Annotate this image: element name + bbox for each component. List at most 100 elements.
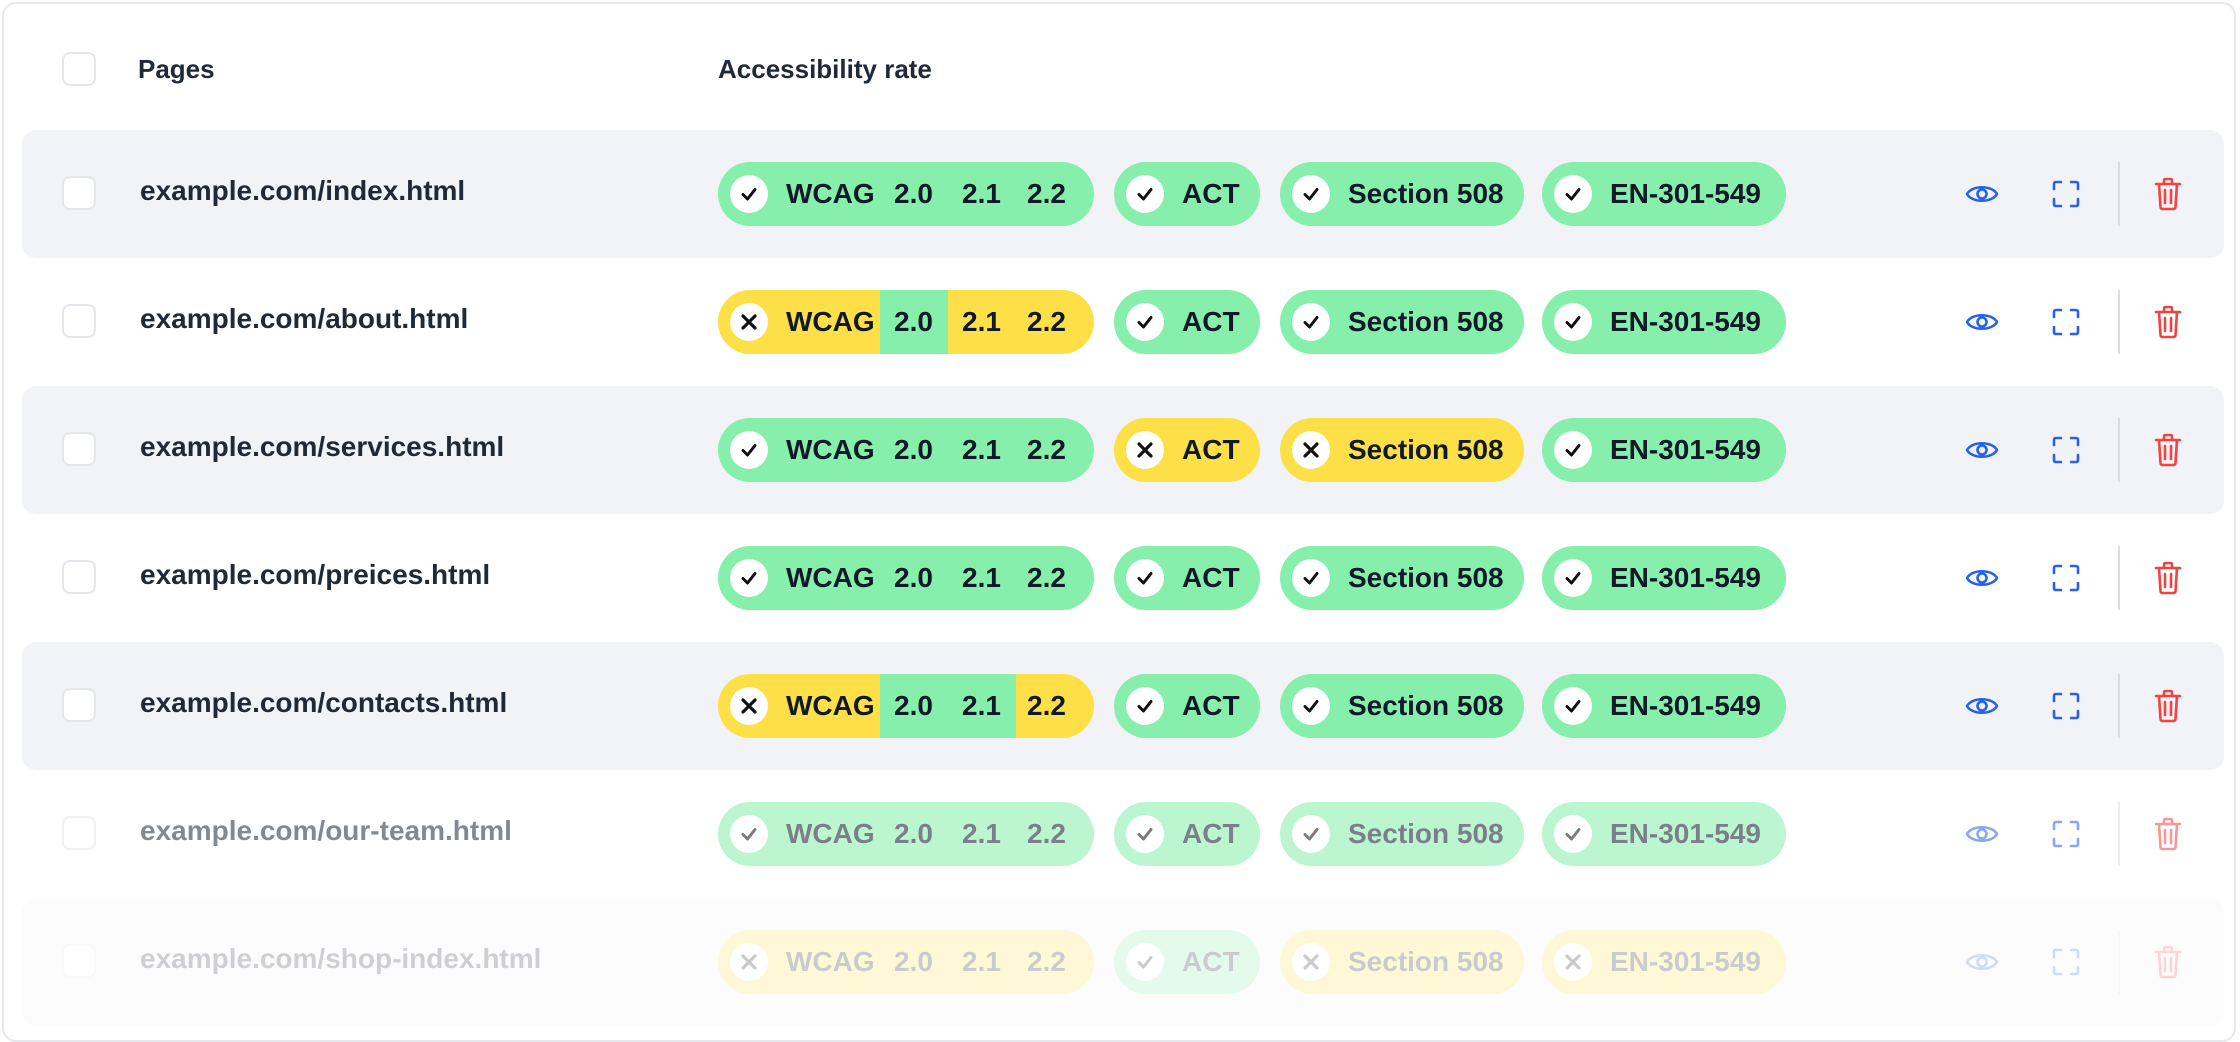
row-checkbox[interactable] — [62, 688, 96, 722]
section-508-label: Section 508 — [1348, 562, 1504, 593]
check-icon — [730, 559, 768, 597]
wcag-badge: WCAG 2.0 2.1 2.2 — [718, 290, 1094, 354]
wcag-version-2-0: 2.0 — [894, 946, 933, 977]
section-508-badge: Section 508 — [1280, 546, 1524, 610]
act-badge: ACT — [1114, 162, 1260, 226]
wcag-version-2-2: 2.2 — [1027, 434, 1066, 465]
actions-divider — [2118, 674, 2120, 738]
check-icon — [1554, 431, 1592, 469]
delete-icon[interactable] — [2146, 684, 2190, 728]
act-badge: ACT — [1114, 546, 1260, 610]
wcag-label: WCAG — [786, 434, 875, 465]
view-icon[interactable] — [1960, 300, 2004, 344]
cross-icon — [1292, 943, 1330, 981]
wcag-version-2-2: 2.2 — [1027, 818, 1066, 849]
wcag-badge: WCAG 2.0 2.1 2.2 — [718, 418, 1094, 482]
check-icon — [1554, 303, 1592, 341]
wcag-label: WCAG — [786, 818, 875, 849]
wcag-version-2-0: 2.0 — [894, 562, 933, 593]
check-icon — [1126, 559, 1164, 597]
en-301-549-badge: EN-301-549 — [1542, 546, 1786, 610]
fullscreen-icon[interactable] — [2044, 940, 2088, 984]
view-icon[interactable] — [1960, 556, 2004, 600]
wcag-version-2-0: 2.0 — [894, 434, 933, 465]
delete-icon[interactable] — [2146, 556, 2190, 600]
page-url[interactable]: example.com/shop-index.html — [140, 943, 541, 975]
page-url[interactable]: example.com/our-team.html — [140, 815, 512, 847]
wcag-label: WCAG — [786, 946, 875, 977]
check-icon — [1554, 175, 1592, 213]
section-508-badge: Section 508 — [1280, 290, 1524, 354]
en-301-549-label: EN-301-549 — [1610, 178, 1761, 209]
en-301-549-label: EN-301-549 — [1610, 946, 1761, 977]
page-url[interactable]: example.com/preices.html — [140, 559, 490, 591]
act-label: ACT — [1182, 946, 1240, 977]
page-url[interactable]: example.com/index.html — [140, 175, 465, 207]
en-301-549-label: EN-301-549 — [1610, 690, 1761, 721]
wcag-badge: WCAG 2.0 2.1 2.2 — [718, 802, 1094, 866]
fullscreen-icon[interactable] — [2044, 684, 2088, 728]
wcag-version-2-0: 2.0 — [894, 178, 933, 209]
table-row: example.com/contacts.html WCAG 2.0 2.1 2… — [22, 642, 2224, 770]
check-icon — [1126, 815, 1164, 853]
wcag-version-2-2: 2.2 — [1027, 946, 1066, 977]
section-508-badge: Section 508 — [1280, 930, 1524, 994]
row-checkbox[interactable] — [62, 816, 96, 850]
cross-icon — [730, 943, 768, 981]
view-icon[interactable] — [1960, 428, 2004, 472]
select-all-checkbox[interactable] — [62, 52, 96, 86]
check-icon — [1126, 303, 1164, 341]
delete-icon[interactable] — [2146, 300, 2190, 344]
page-url[interactable]: example.com/about.html — [140, 303, 468, 335]
section-508-label: Section 508 — [1348, 946, 1504, 977]
section-508-label: Section 508 — [1348, 434, 1504, 465]
fullscreen-icon[interactable] — [2044, 300, 2088, 344]
act-label: ACT — [1182, 818, 1240, 849]
delete-icon[interactable] — [2146, 172, 2190, 216]
check-icon — [1554, 559, 1592, 597]
row-checkbox[interactable] — [62, 432, 96, 466]
actions-divider — [2118, 930, 2120, 994]
row-checkbox[interactable] — [62, 944, 96, 978]
table-row: example.com/about.html WCAG 2.0 2.1 2.2 … — [22, 258, 2224, 386]
wcag-badge: WCAG 2.0 2.1 2.2 — [718, 674, 1094, 738]
view-icon[interactable] — [1960, 940, 2004, 984]
delete-icon[interactable] — [2146, 940, 2190, 984]
page-url[interactable]: example.com/services.html — [140, 431, 504, 463]
actions-divider — [2118, 162, 2120, 226]
en-301-549-label: EN-301-549 — [1610, 562, 1761, 593]
row-checkbox[interactable] — [62, 176, 96, 210]
check-icon — [1554, 815, 1592, 853]
row-checkbox[interactable] — [62, 304, 96, 338]
cross-icon — [1554, 943, 1592, 981]
delete-icon[interactable] — [2146, 812, 2190, 856]
accessibility-rate-column-header: Accessibility rate — [718, 54, 932, 84]
check-icon — [1292, 175, 1330, 213]
row-checkbox[interactable] — [62, 560, 96, 594]
cross-icon — [730, 303, 768, 341]
delete-icon[interactable] — [2146, 428, 2190, 472]
view-icon[interactable] — [1960, 172, 2004, 216]
check-icon — [730, 815, 768, 853]
check-icon — [730, 431, 768, 469]
fullscreen-icon[interactable] — [2044, 812, 2088, 856]
view-icon[interactable] — [1960, 812, 2004, 856]
check-icon — [1292, 687, 1330, 725]
section-508-badge: Section 508 — [1280, 418, 1524, 482]
check-icon — [1126, 175, 1164, 213]
cross-icon — [1292, 431, 1330, 469]
section-508-label: Section 508 — [1348, 178, 1504, 209]
check-icon — [1292, 559, 1330, 597]
wcag-badge: WCAG 2.0 2.1 2.2 — [718, 546, 1094, 610]
page-url[interactable]: example.com/contacts.html — [140, 687, 507, 719]
cross-icon — [1126, 431, 1164, 469]
section-508-badge: Section 508 — [1280, 162, 1524, 226]
wcag-version-2-2: 2.2 — [1027, 178, 1066, 209]
fullscreen-icon[interactable] — [2044, 172, 2088, 216]
wcag-badge: WCAG 2.0 2.1 2.2 — [718, 162, 1094, 226]
en-301-549-badge: EN-301-549 — [1542, 930, 1786, 994]
fullscreen-icon[interactable] — [2044, 428, 2088, 472]
view-icon[interactable] — [1960, 684, 2004, 728]
wcag-version-2-2: 2.2 — [1027, 690, 1066, 721]
fullscreen-icon[interactable] — [2044, 556, 2088, 600]
